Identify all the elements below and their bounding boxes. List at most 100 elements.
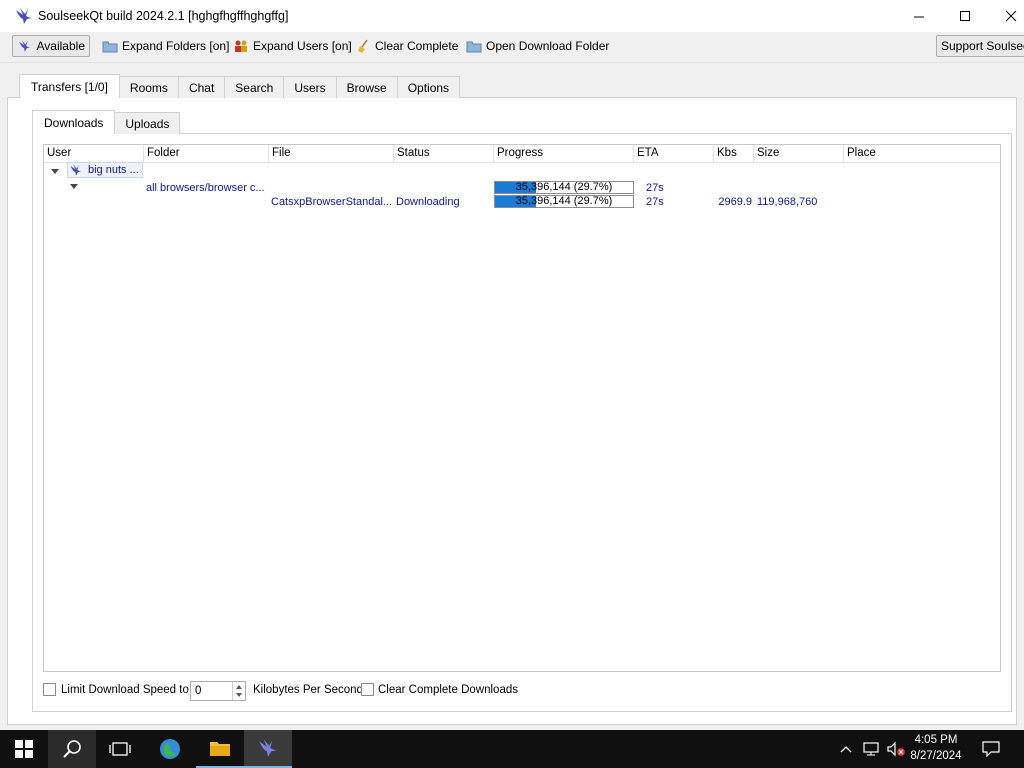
open-download-folder-button[interactable]: Open Download Folder — [462, 35, 613, 57]
spin-buttons[interactable] — [232, 682, 245, 700]
speed-value: 0 — [195, 685, 202, 697]
taskbar-browser[interactable] — [146, 730, 194, 768]
folder-progress-text: 35,396,144 (29.7%) — [515, 181, 613, 193]
tab-downloads[interactable]: Downloads — [32, 110, 116, 134]
soulseek-bird-icon — [259, 739, 277, 757]
network-icon — [863, 742, 879, 756]
main-tab-bar: Transfers [1/0] Rooms Chat Search Users … — [19, 74, 461, 98]
folder-icon — [466, 41, 482, 52]
clock-date: 8/27/2024 — [910, 750, 962, 762]
search-button[interactable] — [48, 730, 96, 768]
clear-complete-downloads-checkbox[interactable] — [361, 683, 374, 696]
tab-transfers[interactable]: Transfers [1/0] — [19, 74, 120, 98]
clear-complete-button[interactable]: Clear Complete — [353, 35, 462, 57]
clear-complete-label: Clear Complete — [375, 39, 459, 53]
volume-tray-button[interactable] — [884, 730, 908, 768]
minimize-button[interactable] — [896, 0, 942, 32]
soulseek-bird-icon — [19, 40, 31, 52]
table-header: User Folder File Status Progress ETA Kbs… — [44, 145, 1000, 163]
sub-tab-bar: Downloads Uploads — [32, 110, 181, 134]
clear-complete-downloads-label: Clear Complete Downloads — [378, 684, 518, 696]
close-icon — [1005, 10, 1017, 22]
notification-icon — [982, 741, 1000, 757]
title-bar[interactable]: SoulseekQt build 2024.2.1 [hghgfhgffhghg… — [0, 0, 1024, 32]
folder-progress-bar: 35,396,144 (29.7%) — [494, 181, 634, 194]
folder-name[interactable]: all browsers/browser c... — [146, 181, 266, 195]
file-name[interactable]: CatsxpBrowserStandal... — [271, 195, 393, 209]
clock-time: 4:05 PM — [914, 734, 958, 746]
file-eta: 27s — [646, 196, 664, 208]
file-size: 119,968,760 — [757, 196, 818, 208]
minimize-icon — [914, 16, 924, 18]
tab-rooms[interactable]: Rooms — [118, 76, 179, 98]
user-name: big nuts ... — [88, 164, 139, 176]
maximize-icon — [960, 11, 970, 21]
tab-browse[interactable]: Browse — [335, 76, 398, 98]
column-place[interactable]: Place — [844, 145, 1000, 162]
tray-overflow-button[interactable] — [836, 730, 856, 768]
speed-spinbox[interactable]: 0 — [190, 681, 246, 701]
tab-search[interactable]: Search — [224, 76, 285, 98]
toolbar: Available Expand Folders [on] Expand Use… — [0, 32, 1024, 63]
soulseek-window: SoulseekQt build 2024.2.1 [hghgfhgffhghg… — [0, 0, 1024, 730]
soulseek-bird-icon — [70, 164, 82, 176]
tab-uploads[interactable]: Uploads — [114, 112, 181, 134]
chevron-up-icon — [840, 746, 852, 753]
available-button[interactable]: Available — [12, 35, 90, 57]
file-progress-bar: 35,396,144 (29.7%) — [494, 195, 634, 208]
column-kbs[interactable]: Kbs — [714, 145, 754, 162]
notifications-button[interactable] — [976, 730, 1006, 768]
window-title: SoulseekQt build 2024.2.1 [hghgfhgffhghg… — [38, 9, 289, 23]
taskbar-soulseek[interactable] — [244, 730, 292, 768]
task-view-button[interactable] — [96, 730, 144, 768]
open-download-folder-label: Open Download Folder — [486, 39, 610, 53]
broom-icon — [358, 39, 368, 53]
downloads-table[interactable]: User Folder File Status Progress ETA Kbs… — [43, 144, 1001, 672]
network-tray-button[interactable] — [860, 730, 882, 768]
browser-globe-icon — [160, 739, 180, 759]
clock[interactable]: 4:05 PM 8/27/2024 — [906, 732, 966, 764]
start-button[interactable] — [0, 730, 48, 768]
folder-eta: 27s — [646, 182, 664, 194]
users-icon — [235, 40, 247, 52]
taskbar-file-explorer[interactable] — [196, 730, 244, 768]
user-item[interactable]: big nuts ... — [67, 162, 143, 178]
column-user[interactable]: User — [44, 145, 144, 162]
close-button[interactable] — [988, 0, 1024, 32]
file-kbs: 2969.9 — [718, 196, 752, 208]
available-label: Available — [36, 39, 85, 53]
collapse-folder-arrow-icon[interactable] — [70, 184, 78, 189]
folder-icon — [102, 41, 118, 52]
spin-arrows-icon — [236, 685, 242, 697]
taskbar: 4:05 PM 8/27/2024 — [0, 730, 1024, 768]
limit-speed-label: Limit Download Speed to — [61, 684, 189, 696]
support-soulseek-button[interactable]: Support Soulseek — [936, 35, 1024, 57]
expand-folders-button[interactable]: Expand Folders [on] — [98, 35, 233, 57]
task-view-icon — [109, 742, 131, 756]
file-progress-text: 35,396,144 (29.7%) — [515, 195, 613, 207]
tab-users[interactable]: Users — [283, 76, 337, 98]
expand-users-button[interactable]: Expand Users [on] — [229, 35, 356, 57]
column-progress[interactable]: Progress — [494, 145, 634, 162]
column-eta[interactable]: ETA — [634, 145, 714, 162]
volume-muted-icon — [887, 741, 905, 757]
column-file[interactable]: File — [269, 145, 394, 162]
soulseek-bird-icon — [16, 8, 32, 24]
search-icon — [63, 740, 81, 758]
limit-speed-checkbox[interactable] — [43, 683, 56, 696]
tab-options[interactable]: Options — [396, 76, 461, 98]
collapse-user-arrow-icon[interactable] — [51, 169, 59, 174]
maximize-button[interactable] — [942, 0, 988, 32]
tab-chat[interactable]: Chat — [177, 76, 226, 98]
file-explorer-icon — [210, 742, 230, 756]
column-status[interactable]: Status — [394, 145, 494, 162]
expand-folders-label: Expand Folders [on] — [122, 39, 230, 53]
expand-users-label: Expand Users [on] — [253, 39, 352, 53]
file-status: Downloading — [396, 196, 460, 208]
speed-unit-label: Kilobytes Per Second — [253, 684, 363, 696]
support-label: Support Soulseek — [941, 39, 1024, 53]
download-options-bar: Limit Download Speed to 0 Kilobytes Per … — [43, 681, 743, 701]
column-size[interactable]: Size — [754, 145, 844, 162]
column-folder[interactable]: Folder — [144, 145, 269, 162]
windows-logo-icon — [15, 740, 33, 758]
